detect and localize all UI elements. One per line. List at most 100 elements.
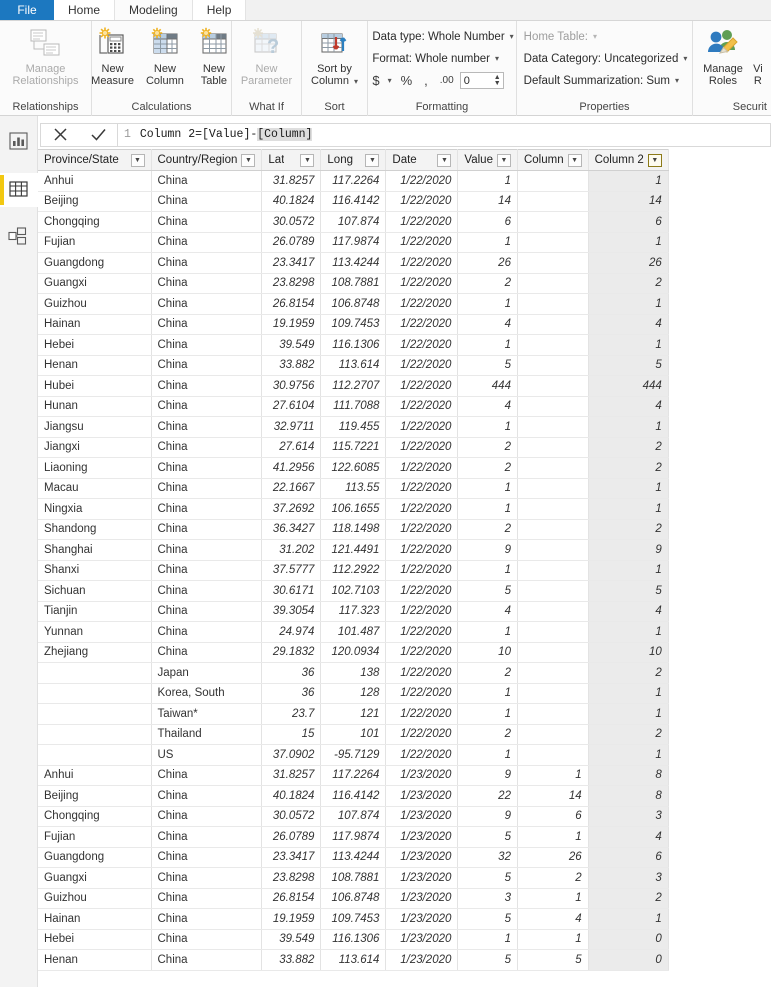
table-cell[interactable]: 5 — [457, 580, 518, 602]
table-cell[interactable]: 1 — [588, 683, 669, 704]
table-cell[interactable]: 1/22/2020 — [385, 170, 459, 192]
table-row[interactable]: Yunnan China 24.974 101.487 1/22/2020 1 1 — [38, 621, 669, 643]
table-cell[interactable]: 2 — [588, 724, 669, 745]
table-cell[interactable]: 33.882 — [261, 355, 322, 376]
table-cell[interactable]: Hainan — [38, 908, 152, 930]
table-cell[interactable]: 5 — [517, 949, 589, 971]
table-cell[interactable]: 5 — [457, 355, 518, 376]
table-cell[interactable]: Japan — [151, 662, 263, 684]
table-cell[interactable]: 39.549 — [261, 334, 322, 356]
table-cell[interactable]: 30.0572 — [261, 806, 322, 827]
column-filter-dropdown-icon[interactable]: ▼ — [241, 153, 256, 167]
table-cell[interactable] — [38, 683, 152, 704]
table-cell[interactable] — [517, 662, 589, 684]
table-row[interactable]: Guizhou China 26.8154 106.8748 1/22/2020 1 1 — [38, 293, 669, 315]
table-cell[interactable]: 1/22/2020 — [385, 355, 459, 376]
table-cell[interactable]: 31.8257 — [261, 170, 322, 192]
default-summarization-caret-icon[interactable]: ▾ — [675, 76, 679, 85]
table-cell[interactable] — [517, 416, 589, 438]
table-cell[interactable]: 32.9711 — [261, 416, 322, 438]
table-cell[interactable]: 108.7881 — [320, 273, 387, 294]
data-type-dropdown[interactable]: Data type: Whole Number ▾ — [372, 27, 513, 46]
new-parameter-button[interactable]: ? New Parameter — [235, 24, 298, 87]
table-cell[interactable]: US — [151, 744, 263, 766]
table-cell[interactable]: 107.874 — [320, 806, 387, 827]
table-cell[interactable]: Chongqing — [38, 806, 152, 827]
table-cell[interactable]: Fujian — [38, 232, 152, 253]
column-header-province-state[interactable]: Province/State ▼ — [38, 149, 152, 171]
table-cell[interactable]: 30.0572 — [261, 211, 322, 233]
table-cell[interactable]: 14 — [457, 191, 518, 212]
table-cell[interactable]: 1/22/2020 — [385, 662, 459, 684]
table-cell[interactable]: China — [151, 355, 263, 376]
table-cell[interactable]: 22 — [457, 785, 518, 807]
table-cell[interactable]: 1 — [457, 498, 518, 520]
table-row[interactable]: Guizhou China 26.8154 106.8748 1/23/2020 3 1 2 — [38, 888, 669, 909]
table-row[interactable]: Liaoning China 41.2956 122.6085 1/22/2020 2 2 — [38, 457, 669, 479]
formula-accept-button[interactable] — [81, 124, 115, 146]
table-cell[interactable]: 115.7221 — [320, 437, 387, 458]
table-cell[interactable]: 5 — [457, 949, 518, 971]
table-cell[interactable] — [517, 314, 589, 335]
currency-format-button[interactable]: $ — [372, 73, 379, 88]
table-cell[interactable]: 2 — [457, 662, 518, 684]
data-type-caret-icon[interactable]: ▾ — [510, 32, 514, 41]
table-row[interactable]: US 37.0902 -95.7129 1/22/2020 1 1 — [38, 744, 669, 766]
table-cell[interactable]: 101 — [320, 724, 387, 745]
table-cell[interactable]: 1 — [517, 765, 589, 786]
table-cell[interactable]: 6 — [588, 211, 669, 233]
data-category-dropdown[interactable]: Data Category: Uncategorized ▾ — [524, 49, 688, 68]
table-cell[interactable]: 2 — [457, 519, 518, 540]
table-row[interactable]: Sichuan China 30.6171 102.7103 1/22/2020 5 5 — [38, 580, 669, 602]
table-cell[interactable]: 30.6171 — [261, 580, 322, 602]
table-cell[interactable]: 1/23/2020 — [385, 929, 459, 950]
table-cell[interactable]: 41.2956 — [261, 457, 322, 479]
table-cell[interactable]: Macau — [38, 478, 152, 499]
table-cell[interactable]: China — [151, 867, 263, 889]
table-cell[interactable]: 116.1306 — [320, 929, 387, 950]
table-cell[interactable]: 1/23/2020 — [385, 806, 459, 827]
thousands-separator-button[interactable]: , — [424, 73, 428, 88]
manage-roles-button[interactable]: Manage Roles — [697, 24, 749, 87]
table-cell[interactable] — [517, 437, 589, 458]
column-filter-dropdown-icon[interactable]: ▼ — [300, 153, 315, 167]
table-cell[interactable] — [517, 580, 589, 602]
table-cell[interactable]: 3 — [588, 867, 669, 889]
table-cell[interactable]: 119.455 — [320, 416, 387, 438]
table-cell[interactable]: 2 — [588, 457, 669, 479]
table-cell[interactable]: 1 — [457, 478, 518, 499]
table-cell[interactable]: 26 — [517, 847, 589, 868]
table-cell[interactable] — [517, 683, 589, 704]
table-row[interactable]: Hebei China 39.549 116.1306 1/22/2020 1 1 — [38, 334, 669, 356]
table-cell[interactable]: 1/23/2020 — [385, 888, 459, 909]
table-cell[interactable]: 26.8154 — [261, 888, 322, 909]
table-cell[interactable]: China — [151, 211, 263, 233]
table-cell[interactable]: 1/23/2020 — [385, 908, 459, 930]
table-cell[interactable] — [517, 375, 589, 397]
table-cell[interactable] — [517, 211, 589, 233]
table-cell[interactable]: 113.4244 — [320, 847, 387, 868]
table-cell[interactable] — [517, 457, 589, 479]
table-cell[interactable]: China — [151, 232, 263, 253]
table-cell[interactable]: 1 — [457, 744, 518, 766]
table-cell[interactable]: 26.0789 — [261, 826, 322, 848]
table-cell[interactable]: 36 — [261, 662, 322, 684]
table-cell[interactable]: Tianjin — [38, 601, 152, 622]
table-cell[interactable]: 1 — [588, 293, 669, 315]
table-cell[interactable]: China — [151, 949, 263, 971]
table-cell[interactable]: 1/23/2020 — [385, 847, 459, 868]
table-cell[interactable]: -95.7129 — [320, 744, 387, 766]
table-cell[interactable]: 1 — [588, 334, 669, 356]
table-row[interactable]: Hunan China 27.6104 111.7088 1/22/2020 4 4 — [38, 396, 669, 417]
table-cell[interactable]: 1 — [457, 683, 518, 704]
table-cell[interactable]: 3 — [588, 806, 669, 827]
table-cell[interactable]: 1/22/2020 — [385, 498, 459, 520]
table-cell[interactable]: Chongqing — [38, 211, 152, 233]
table-cell[interactable]: 1/22/2020 — [385, 621, 459, 643]
column-header-value[interactable]: Value ▼ — [457, 149, 518, 171]
table-cell[interactable]: 26.0789 — [261, 232, 322, 253]
table-row[interactable]: Henan China 33.882 113.614 1/23/2020 5 5 0 — [38, 949, 669, 971]
table-cell[interactable]: China — [151, 498, 263, 520]
column-header-date[interactable]: Date ▼ — [385, 149, 459, 171]
table-cell[interactable]: 1/22/2020 — [385, 539, 459, 561]
